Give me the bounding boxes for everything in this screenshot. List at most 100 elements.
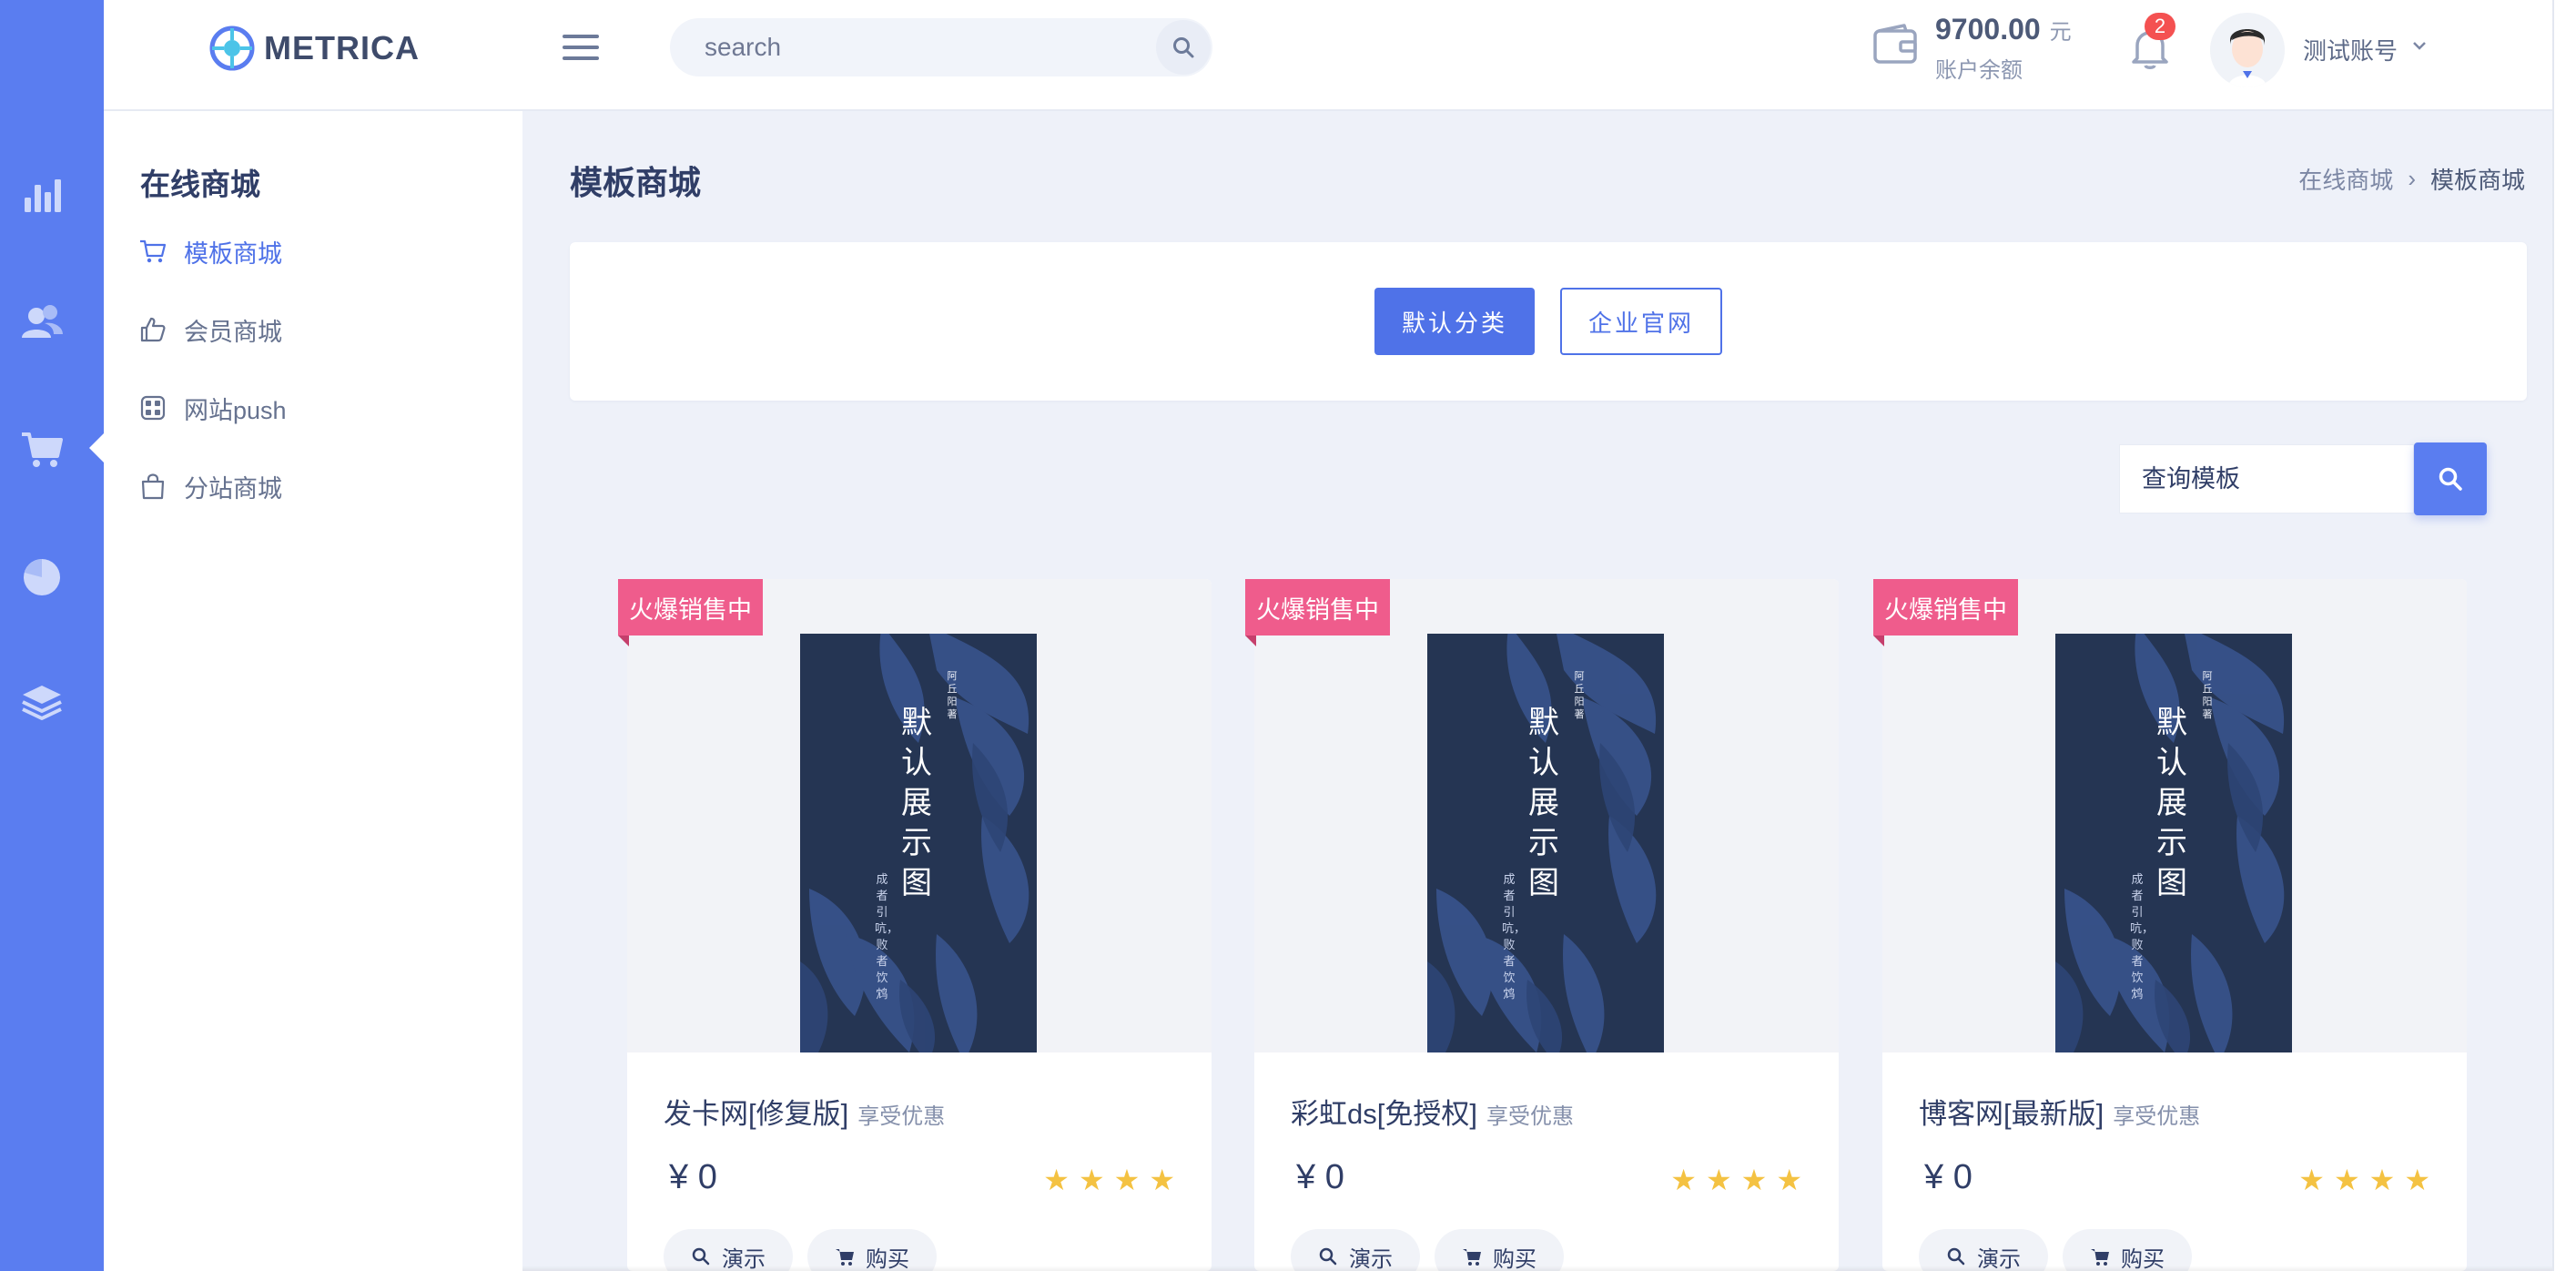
scrollbar[interactable] xyxy=(2552,0,2576,1271)
category-filter-card: 默认分类 企业官网 xyxy=(570,242,2527,401)
product-card[interactable]: 阿丘阳 著 默认展示图 成者引吭，败者饮鸩 发卡网[修复版] 享受优惠 ¥ 0 … xyxy=(627,579,1212,1271)
star-icon: ★ xyxy=(1113,1164,1141,1196)
sidebar-item-member-mall[interactable]: 会员商城 xyxy=(138,311,282,348)
search-icon xyxy=(2439,467,2462,491)
slack-icon xyxy=(140,395,166,421)
breadcrumb-link[interactable]: 在线商城 xyxy=(2298,162,2393,196)
hot-sale-tag: 火爆销售中 xyxy=(1245,579,1390,636)
product-title: 彩虹ds[免授权] 享受优惠 xyxy=(1291,1091,1574,1132)
shopping-bag-icon xyxy=(141,473,165,500)
avatar[interactable] xyxy=(2210,13,2285,87)
star-icon: ★ xyxy=(1740,1164,1768,1196)
product-title: 发卡网[修复版] 享受优惠 xyxy=(664,1091,945,1132)
page-title: 模板商城 xyxy=(570,164,702,201)
pie-chart-icon[interactable] xyxy=(16,552,67,603)
users-icon[interactable] xyxy=(16,297,67,348)
enterprise-site-button[interactable]: 企业官网 xyxy=(1560,288,1722,355)
sidebar-title: 在线商城 xyxy=(140,168,260,201)
star-icon: ★ xyxy=(2368,1164,2396,1196)
star-icon: ★ xyxy=(1078,1164,1105,1196)
star-icon: ★ xyxy=(1670,1164,1697,1196)
star-icon: ★ xyxy=(2333,1164,2360,1196)
rating: ★ ★ ★ ★ xyxy=(1034,1165,1175,1195)
thumb-up-icon xyxy=(140,317,166,342)
tag-fold xyxy=(618,636,629,646)
search-input[interactable] xyxy=(705,18,1123,76)
star-icon: ★ xyxy=(2298,1164,2325,1196)
product-title: 博客网[最新版] 享受优惠 xyxy=(1919,1091,2200,1132)
account-balance: 9700.00 元 账户余额 xyxy=(1935,13,2072,84)
icon-rail xyxy=(0,0,104,1271)
sidebar-item-site-push[interactable]: 网站push xyxy=(138,390,287,426)
cart-icon[interactable] xyxy=(16,424,67,475)
search-icon xyxy=(1173,37,1194,58)
cart-icon xyxy=(1463,1249,1481,1266)
product-card[interactable]: 阿丘阳 著 默认展示图 成者引吭，败者饮鸩 博客网[最新版] 享受优惠 ¥ 0 … xyxy=(1882,579,2467,1271)
product-promo: 享受优惠 xyxy=(2113,1104,2201,1129)
hot-sale-tag: 火爆销售中 xyxy=(618,579,763,636)
book-cover: 阿丘阳 著 默认展示图 成者引吭，败者饮鸩 xyxy=(1427,634,1664,1052)
product-image[interactable]: 阿丘阳 著 默认展示图 成者引吭，败者饮鸩 xyxy=(1254,579,1839,1052)
menu-toggle-icon[interactable] xyxy=(563,31,599,64)
product-price: ¥ 0 xyxy=(669,1158,717,1196)
user-avatar-icon xyxy=(2210,13,2285,87)
sidebar-item-template-mall[interactable]: 模板商城 xyxy=(138,233,282,269)
book-title: 默认展示图 xyxy=(1528,705,1559,901)
balance-unit: 元 xyxy=(2049,20,2072,45)
template-search-input[interactable] xyxy=(2119,444,2414,513)
star-icon: ★ xyxy=(2404,1164,2430,1196)
wallet-icon xyxy=(1873,24,1917,64)
star-icon: ★ xyxy=(1705,1164,1732,1196)
product-image[interactable]: 阿丘阳 著 默认展示图 成者引吭，败者饮鸩 xyxy=(627,579,1212,1052)
sidebar-item-label: 会员商城 xyxy=(184,318,282,346)
product-price: ¥ 0 xyxy=(1296,1158,1344,1196)
rating: ★ ★ ★ ★ xyxy=(2289,1165,2430,1195)
default-category-button[interactable]: 默认分类 xyxy=(1374,288,1535,355)
sidebar-item-label: 网站push xyxy=(184,396,287,424)
template-search xyxy=(2119,442,2487,515)
chevron-down-icon[interactable] xyxy=(2410,38,2429,53)
book-author: 阿丘阳 著 xyxy=(947,670,958,720)
cart-icon xyxy=(2091,1249,2109,1266)
product-image[interactable]: 阿丘阳 著 默认展示图 成者引吭，败者饮鸩 xyxy=(1882,579,2467,1052)
balance-amount: 9700.00 xyxy=(1935,13,2041,46)
sidebar-item-label: 模板商城 xyxy=(184,239,282,268)
product-name[interactable]: 发卡网[修复版] xyxy=(664,1091,848,1132)
logo[interactable]: METRICA xyxy=(209,25,420,71)
search-icon xyxy=(1319,1247,1337,1266)
product-name[interactable]: 彩虹ds[免授权] xyxy=(1291,1091,1477,1132)
product-name[interactable]: 博客网[最新版] xyxy=(1919,1091,2104,1132)
book-subtitle: 成者引吭，败者饮鸩 xyxy=(2130,873,2155,1002)
book-cover: 阿丘阳 著 默认展示图 成者引吭，败者饮鸩 xyxy=(800,634,1037,1052)
user-name[interactable]: 测试账号 xyxy=(2303,33,2398,66)
top-bar: METRICA 9700.00 元 账户余额 2 测试账号 xyxy=(104,0,2576,111)
notification-badge: 2 xyxy=(2145,13,2175,40)
book-title: 默认展示图 xyxy=(901,705,932,901)
search-button[interactable] xyxy=(1156,20,1211,75)
tag-fold xyxy=(1245,636,1256,646)
template-search-button[interactable] xyxy=(2414,442,2487,515)
product-promo: 享受优惠 xyxy=(1486,1104,1574,1129)
brand-name: METRICA xyxy=(264,29,420,66)
rating: ★ ★ ★ ★ xyxy=(1661,1165,1802,1195)
main-content: 模板商城 在线商城 › 模板商城 默认分类 企业官网 查询模板 阿丘阳 著 默认… xyxy=(522,111,2576,1271)
metrica-logo-icon xyxy=(209,25,255,71)
search-icon xyxy=(1947,1247,1965,1266)
layers-icon[interactable] xyxy=(16,677,67,728)
hot-sale-tag: 火爆销售中 xyxy=(1873,579,2018,636)
scroll-shadow xyxy=(522,1266,2552,1271)
global-search xyxy=(670,18,1212,76)
balance-label: 账户余额 xyxy=(1935,58,2023,83)
book-cover: 阿丘阳 著 默认展示图 成者引吭，败者饮鸩 xyxy=(2055,634,2292,1052)
sidebar-item-label: 分站商城 xyxy=(184,474,282,503)
chevron-right-icon: › xyxy=(2408,165,2416,192)
breadcrumb-current: 模板商城 xyxy=(2429,167,2525,194)
product-card[interactable]: 阿丘阳 著 默认展示图 成者引吭，败者饮鸩 彩虹ds[免授权] 享受优惠 ¥ 0… xyxy=(1254,579,1839,1271)
sub-sidebar: 在线商城 模板商城 会员商城 网站push 分站商城 xyxy=(104,111,522,1271)
bar-chart-icon[interactable] xyxy=(16,169,67,220)
breadcrumb: 在线商城 › 模板商城 xyxy=(2298,162,2525,196)
sidebar-item-substation-mall[interactable]: 分站商城 xyxy=(138,468,282,504)
star-icon: ★ xyxy=(1149,1164,1175,1196)
star-icon: ★ xyxy=(1043,1164,1070,1196)
book-title: 默认展示图 xyxy=(2156,705,2187,901)
